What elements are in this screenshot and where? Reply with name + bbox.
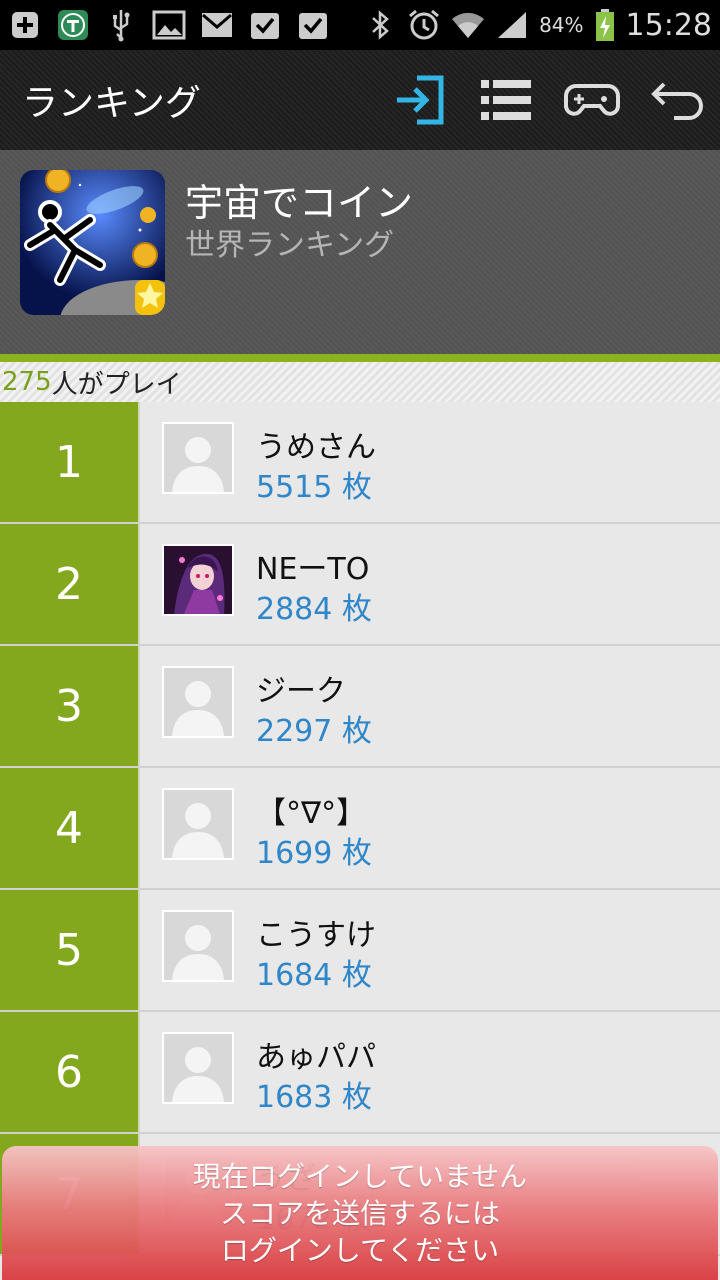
game-title: 宇宙でコイン	[185, 181, 414, 225]
default-avatar-icon	[162, 910, 234, 982]
player-score: 5515 枚	[256, 470, 372, 505]
custom-avatar	[162, 544, 234, 616]
game-header: 宇宙でコイン 世界ランキング	[0, 150, 720, 354]
toast-line-2: スコアを送信するには	[219, 1197, 500, 1230]
player-name: NEーTO	[256, 552, 370, 587]
login-icon	[397, 75, 444, 125]
ranking-list: 1 うめさん 5515 枚 2 NEーTO 2884 枚 3 ジーク 2297 枚 4 【°∇°】 1…	[0, 402, 720, 1256]
player-score: 1683 枚	[256, 1080, 372, 1115]
clock: 15:28	[625, 7, 712, 43]
default-avatar-icon	[162, 422, 234, 494]
login-warning-toast: 現在ログインしていません スコアを送信するには ログインしてください	[2, 1146, 718, 1280]
default-avatar-icon	[162, 1032, 234, 1104]
ranking-row[interactable]: 4 【°∇°】 1699 枚	[0, 768, 720, 890]
bluetooth-icon	[363, 8, 397, 42]
player-name: こうすけ	[256, 918, 376, 953]
rank-number: 2	[0, 524, 140, 644]
task-done-icon	[248, 8, 282, 42]
toast-line-1: 現在ログインしていません	[192, 1160, 528, 1193]
rank-number: 5	[0, 890, 140, 1010]
ranking-row[interactable]: 3 ジーク 2297 枚	[0, 646, 720, 768]
action-bar: ランキング	[0, 50, 720, 150]
game-button[interactable]	[564, 72, 620, 128]
play-count-number: 275	[2, 367, 52, 397]
game-subtitle: 世界ランキング	[185, 228, 395, 263]
image-icon	[152, 8, 186, 42]
header-divider	[0, 354, 720, 362]
task-done-icon-2	[296, 8, 330, 42]
add-notification-icon	[8, 8, 42, 42]
player-name: あゅパパ	[256, 1040, 376, 1075]
login-button[interactable]	[392, 72, 448, 128]
play-count-label: 人がプレイ	[51, 369, 182, 400]
default-avatar-icon	[162, 666, 234, 738]
player-score: 2884 枚	[256, 592, 372, 627]
player-name: うめさん	[256, 430, 376, 465]
gamepad-icon	[564, 84, 620, 116]
player-name: ジーク	[256, 674, 346, 709]
page-title: ランキング	[22, 83, 201, 124]
battery-charging-icon	[594, 8, 616, 42]
player-score: 1699 枚	[256, 836, 372, 871]
list-icon	[481, 80, 531, 120]
game-icon	[20, 170, 165, 315]
play-count: 275 人がプレイ	[0, 362, 720, 402]
signal-icon	[495, 8, 529, 42]
default-avatar-icon	[162, 788, 234, 860]
player-name: 【°∇°】	[256, 796, 367, 831]
ranking-row[interactable]: 2 NEーTO 2884 枚	[0, 524, 720, 646]
ranking-row[interactable]: 5 こうすけ 1684 枚	[0, 890, 720, 1012]
wifi-icon	[451, 8, 485, 42]
app-notification-icon	[56, 8, 90, 42]
player-score: 2297 枚	[256, 714, 372, 749]
usb-icon	[104, 8, 138, 42]
status-bar: 84% 15:28	[0, 0, 720, 50]
app-root: 84% 15:28 ランキング 宇宙でコイン 世界ランキング 275 人がプレイ…	[0, 0, 720, 1280]
alarm-icon	[407, 8, 441, 42]
rank-number: 4	[0, 768, 140, 888]
back-icon	[651, 82, 703, 120]
back-button[interactable]	[650, 72, 706, 128]
mail-icon	[200, 8, 234, 42]
rank-number: 1	[0, 402, 140, 522]
ranking-row[interactable]: 1 うめさん 5515 枚	[0, 402, 720, 524]
player-score: 1684 枚	[256, 958, 372, 993]
rank-number: 3	[0, 646, 140, 766]
ranking-list-button[interactable]	[478, 72, 534, 128]
ranking-row[interactable]: 6 あゅパパ 1683 枚	[0, 1012, 720, 1134]
toast-line-3: ログインしてください	[220, 1234, 500, 1267]
battery-percent: 84%	[539, 13, 584, 37]
rank-number: 6	[0, 1012, 140, 1132]
